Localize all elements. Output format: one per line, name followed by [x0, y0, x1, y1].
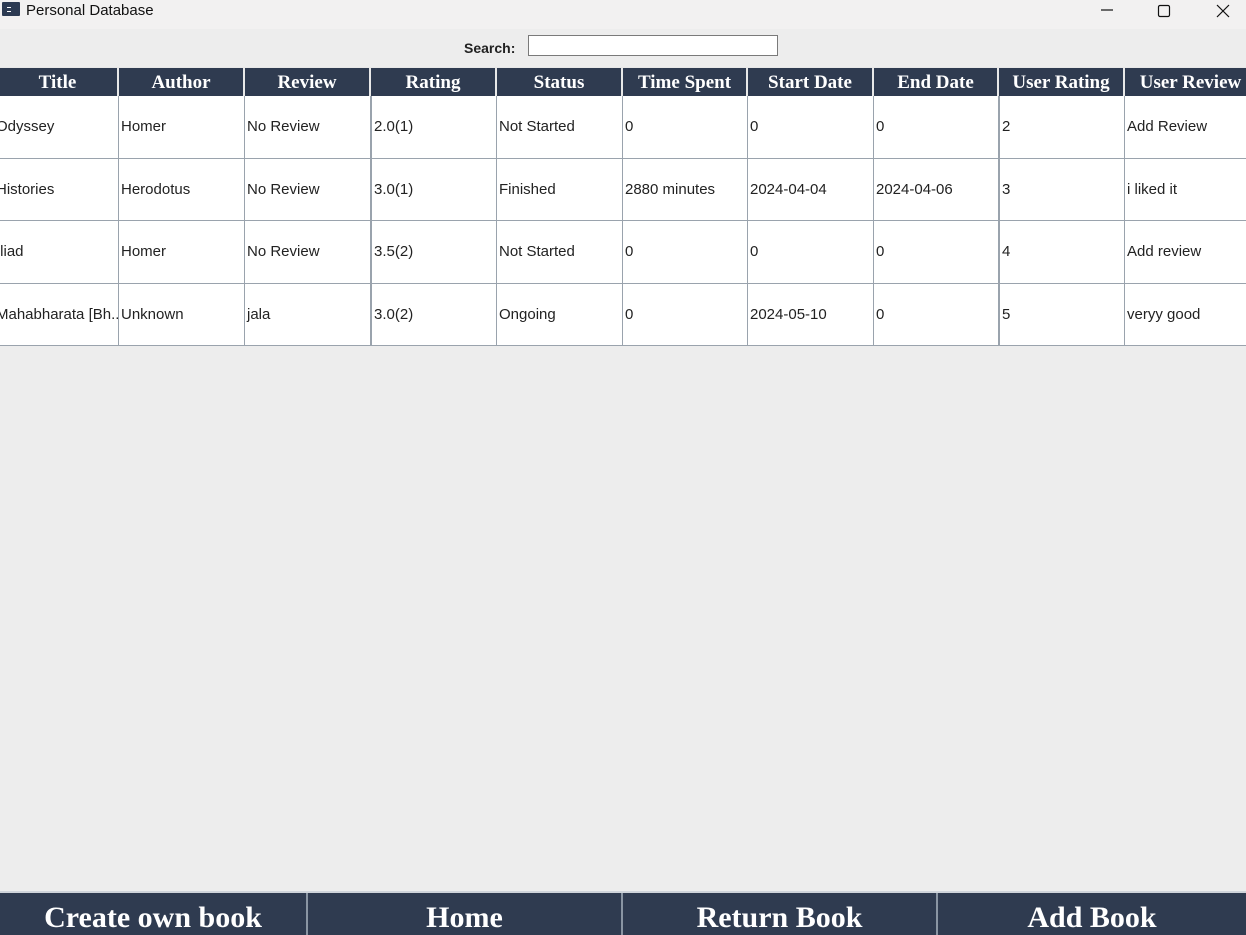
table-row[interactable]: Mahabharata [Bh... Unknown jala 3.0(2) O…: [0, 283, 1246, 346]
cell-end-date: 0: [874, 96, 999, 158]
cell-review: jala: [245, 283, 371, 345]
close-button[interactable]: [1200, 0, 1246, 24]
cell-end-date: 0: [874, 283, 999, 345]
close-icon: [1216, 4, 1230, 18]
column-header-status[interactable]: Status: [497, 67, 623, 96]
cell-title: Iliad: [0, 221, 119, 283]
app-window: Personal Database Search: Title Author R…: [0, 0, 1246, 935]
cell-rating: 3.0(1): [371, 158, 497, 220]
column-header-user-rating[interactable]: User Rating: [999, 67, 1125, 96]
cell-title: Histories: [0, 158, 119, 220]
return-book-button[interactable]: Return Book: [623, 893, 938, 935]
search-input[interactable]: [528, 35, 778, 56]
column-header-rating[interactable]: Rating: [371, 67, 497, 96]
table-row[interactable]: Histories Herodotus No Review 3.0(1) Fin…: [0, 158, 1246, 221]
cell-status: Finished: [497, 158, 623, 220]
cell-user-rating: 3: [999, 158, 1125, 220]
app-icon: [2, 2, 20, 16]
home-button[interactable]: Home: [308, 893, 623, 935]
bottom-nav: Create own book Home Return Book Add Boo…: [0, 891, 1246, 935]
cell-end-date: 2024-04-06: [874, 158, 999, 220]
column-header-user-review[interactable]: User Review: [1125, 67, 1246, 96]
table-row[interactable]: Odyssey Homer No Review 2.0(1) Not Start…: [0, 96, 1246, 159]
minimize-button[interactable]: [1084, 0, 1130, 24]
maximize-icon: [1157, 4, 1171, 18]
cell-review: No Review: [245, 221, 371, 283]
cell-user-review: i liked it: [1125, 159, 1246, 221]
cell-time-spent: 2880 minutes: [623, 158, 748, 220]
column-header-review[interactable]: Review: [245, 67, 371, 96]
cell-user-review: veryy good: [1125, 284, 1246, 346]
table-row[interactable]: Iliad Homer No Review 3.5(2) Not Started…: [0, 221, 1246, 284]
window-title: Personal Database: [26, 2, 154, 19]
cell-user-rating: 2: [999, 96, 1125, 158]
cell-end-date: 0: [874, 221, 999, 283]
cell-start-date: 0: [748, 221, 874, 283]
cell-author: Herodotus: [119, 158, 245, 220]
cell-title: Mahabharata [Bh...: [0, 283, 119, 345]
cell-status: Not Started: [497, 221, 623, 283]
maximize-button[interactable]: [1141, 0, 1187, 24]
cell-start-date: 2024-04-04: [748, 158, 874, 220]
cell-rating: 3.0(2): [371, 283, 497, 345]
cell-review: No Review: [245, 96, 371, 158]
column-header-author[interactable]: Author: [119, 67, 245, 96]
cell-review: No Review: [245, 158, 371, 220]
column-header-start-date[interactable]: Start Date: [748, 67, 874, 96]
cell-start-date: 0: [748, 96, 874, 158]
cell-title: Odyssey: [0, 96, 119, 158]
cell-user-review: Add review: [1125, 221, 1246, 283]
books-table: Title Author Review Rating Status Time S…: [0, 67, 1246, 346]
column-header-end-date[interactable]: End Date: [874, 67, 999, 96]
cell-rating: 2.0(1): [371, 96, 497, 158]
cell-author: Homer: [119, 221, 245, 283]
cell-status: Not Started: [497, 96, 623, 158]
title-bar: Personal Database: [0, 0, 1246, 29]
create-own-book-button[interactable]: Create own book: [0, 893, 308, 935]
cell-user-rating: 5: [999, 283, 1125, 345]
cell-user-rating: 4: [999, 221, 1125, 283]
column-header-title[interactable]: Title: [0, 67, 119, 96]
search-label: Search:: [464, 40, 516, 56]
cell-time-spent: 0: [623, 283, 748, 345]
add-book-button[interactable]: Add Book: [938, 893, 1246, 935]
cell-author: Homer: [119, 96, 245, 158]
cell-author: Unknown: [119, 283, 245, 345]
minimize-icon: [1101, 9, 1113, 11]
cell-user-review: Add Review: [1125, 96, 1246, 158]
table-header: Title Author Review Rating Status Time S…: [0, 67, 1246, 96]
column-header-time-spent[interactable]: Time Spent: [623, 67, 748, 96]
cell-status: Ongoing: [497, 283, 623, 345]
cell-time-spent: 0: [623, 96, 748, 158]
cell-rating: 3.5(2): [371, 221, 497, 283]
cell-start-date: 2024-05-10: [748, 283, 874, 345]
cell-time-spent: 0: [623, 221, 748, 283]
